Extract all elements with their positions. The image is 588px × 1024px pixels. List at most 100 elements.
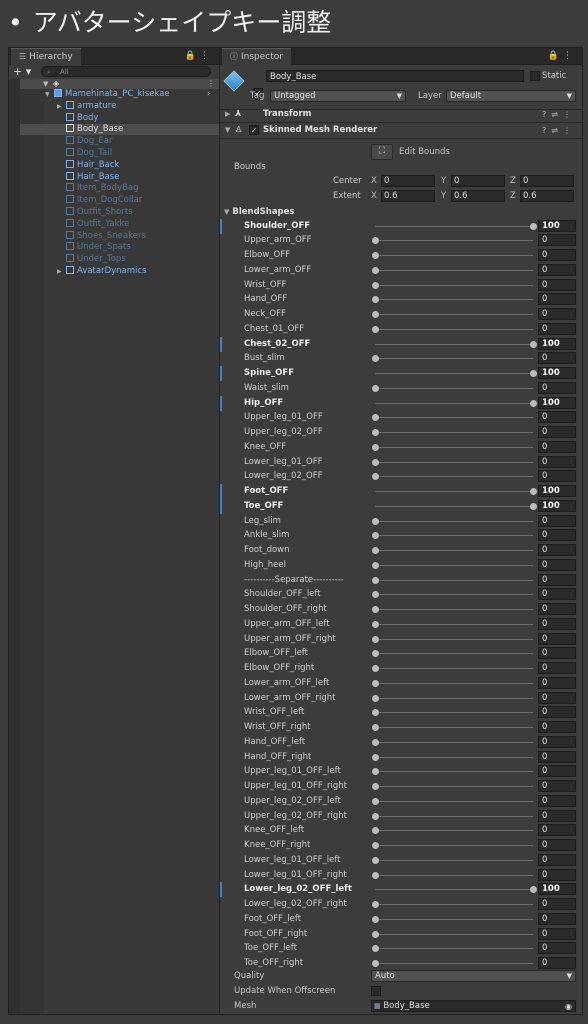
- blendshape-value-field[interactable]: 0: [538, 411, 576, 424]
- blendshape-value-field[interactable]: 0: [538, 278, 576, 291]
- blendshape-slider-track[interactable]: [375, 933, 533, 935]
- blendshape-value-field[interactable]: 0: [538, 942, 576, 955]
- blendshape-slider-handle[interactable]: [371, 945, 379, 953]
- blendshape-slider-track[interactable]: [375, 786, 533, 787]
- blendshape-value-field[interactable]: 0: [538, 898, 576, 910]
- blendshape-slider-handle[interactable]: [371, 252, 379, 259]
- kebab-menu-icon[interactable]: ⋮: [200, 51, 213, 61]
- blendshape-slider-track[interactable]: [375, 505, 533, 507]
- blendshape-slider-handle[interactable]: [371, 281, 379, 289]
- expand-arrow-icon[interactable]: ▶: [57, 266, 66, 277]
- blendshape-value-field[interactable]: 0: [538, 868, 576, 881]
- hierarchy-item[interactable]: ▶ AvatarDynamics: [57, 266, 147, 277]
- lock-icon[interactable]: 🔒: [548, 51, 563, 61]
- blendshape-slider-handle[interactable]: [371, 842, 379, 849]
- blendshape-value-field[interactable]: 0: [538, 544, 576, 556]
- blendshape-slider-handle[interactable]: [371, 620, 379, 628]
- hierarchy-item[interactable]: Dog_Ear: [57, 136, 112, 147]
- blendshape-value-field[interactable]: 100: [538, 485, 576, 497]
- blendshape-value-field[interactable]: 0: [538, 735, 576, 748]
- hierarchy-item[interactable]: Item_DogCollar: [57, 195, 142, 206]
- scene-row[interactable]: ▼ ◈ ⋮: [20, 79, 219, 89]
- blendshape-slider-track[interactable]: [375, 830, 533, 832]
- blendshape-slider-track[interactable]: [375, 771, 533, 773]
- blendshape-slider-track[interactable]: [375, 697, 533, 699]
- hierarchy-item[interactable]: Hair_Base: [57, 171, 119, 183]
- blendshape-value-field[interactable]: 0: [538, 780, 576, 792]
- blendshape-slider-handle[interactable]: [371, 724, 379, 731]
- blendshapes-foldout[interactable]: ▼ BlendShapes: [224, 206, 294, 218]
- blendshape-slider-handle[interactable]: [371, 606, 379, 613]
- blendshape-slider-track[interactable]: [375, 874, 533, 876]
- expand-arrow-icon[interactable]: ▼: [43, 79, 48, 89]
- hierarchy-item[interactable]: Item_BodyBag: [57, 183, 139, 194]
- hierarchy-item[interactable]: Hair_Back: [57, 159, 119, 171]
- blendshape-value-field[interactable]: 0: [538, 322, 576, 335]
- expand-arrow-icon[interactable]: ▶: [225, 107, 230, 122]
- blendshape-slider-track[interactable]: [375, 269, 533, 271]
- blendshape-slider-handle[interactable]: [371, 871, 379, 879]
- layer-dropdown[interactable]: Default ▼: [446, 90, 576, 102]
- create-button[interactable]: + ▾: [13, 65, 31, 79]
- chevron-right-icon[interactable]: ›: [207, 89, 210, 100]
- blendshape-value-field[interactable]: 0: [538, 249, 576, 261]
- blendshape-value-field[interactable]: 0: [538, 352, 576, 365]
- blendshape-slider-track[interactable]: [375, 373, 533, 374]
- blendshape-value-field[interactable]: 0: [538, 632, 576, 645]
- collapse-arrow-icon[interactable]: ▼: [45, 89, 54, 100]
- hierarchy-item[interactable]: Under_Spats: [57, 242, 131, 253]
- blendshape-slider-track[interactable]: [375, 564, 533, 566]
- blendshape-slider-track[interactable]: [375, 299, 533, 301]
- blendshape-slider-handle[interactable]: [371, 768, 379, 776]
- blendshape-slider-handle[interactable]: [371, 414, 379, 422]
- tag-dropdown[interactable]: Untagged ▼: [270, 90, 406, 102]
- blendshape-slider-handle[interactable]: [371, 679, 379, 687]
- blendshape-value-field[interactable]: 0: [538, 765, 576, 778]
- blendshape-slider-track[interactable]: [375, 800, 533, 802]
- blendshape-slider-track[interactable]: [375, 653, 533, 655]
- blendshape-slider-handle[interactable]: [371, 384, 379, 392]
- blendshape-slider-track[interactable]: [375, 314, 533, 315]
- static-checkbox[interactable]: [530, 71, 540, 81]
- blendshape-slider-track[interactable]: [375, 948, 533, 950]
- blendshape-slider-track[interactable]: [375, 476, 533, 478]
- blendshape-slider-track[interactable]: [375, 432, 533, 433]
- hierarchy-item[interactable]: Under_Tops: [57, 254, 126, 265]
- component-controls[interactable]: ?⇌⋮: [542, 123, 576, 138]
- blendshape-value-field[interactable]: 100: [538, 337, 576, 350]
- blendshape-value-field[interactable]: 100: [538, 499, 576, 512]
- blendshape-slider-track[interactable]: [375, 491, 533, 492]
- blendshape-slider-track[interactable]: [375, 623, 533, 625]
- blendshape-slider-handle[interactable]: [371, 753, 379, 761]
- component-controls[interactable]: ?⇌⋮: [542, 107, 576, 122]
- hierarchy-item[interactable]: Outfit_Shorts: [57, 207, 133, 218]
- blendshape-slider-handle[interactable]: [371, 532, 379, 540]
- blendshape-value-field[interactable]: 0: [538, 440, 576, 453]
- blendshape-value-field[interactable]: 0: [538, 927, 576, 940]
- blendshape-slider-handle[interactable]: [371, 266, 379, 274]
- skinned-mesh-renderer-header[interactable]: ▼ ♙ ✓ Skinned Mesh Renderer ?⇌⋮: [220, 123, 582, 139]
- blendshape-slider-track[interactable]: [375, 520, 533, 522]
- blendshape-slider-track[interactable]: [375, 594, 533, 596]
- blendshape-slider-handle[interactable]: [371, 665, 379, 672]
- blendshape-slider-handle[interactable]: [371, 827, 379, 835]
- blendshape-value-field[interactable]: 0: [538, 234, 576, 247]
- hierarchy-item[interactable]: Dog_Tail: [57, 148, 112, 159]
- hierarchy-item[interactable]: Body_Base: [20, 124, 219, 136]
- blendshape-value-field[interactable]: 0: [538, 617, 576, 630]
- hierarchy-item[interactable]: Body: [57, 112, 98, 124]
- blendshape-slider-track[interactable]: [375, 402, 533, 404]
- blendshape-value-field[interactable]: 0: [538, 381, 576, 394]
- blendshape-value-field[interactable]: 0: [538, 750, 576, 763]
- blendshape-slider-handle[interactable]: [371, 797, 379, 805]
- blendshape-slider-track[interactable]: [375, 225, 533, 227]
- blendshape-slider-handle[interactable]: [371, 738, 379, 746]
- blendshape-value-field[interactable]: 0: [538, 573, 576, 586]
- kebab-menu-icon[interactable]: ⋮: [563, 51, 576, 61]
- blendshape-slider-track[interactable]: [375, 756, 533, 758]
- blendshape-value-field[interactable]: 0: [538, 558, 576, 571]
- blendshape-value-field[interactable]: 0: [538, 603, 576, 615]
- blendshape-value-field[interactable]: 0: [538, 455, 576, 468]
- scene-kebab-icon[interactable]: ⋮: [207, 79, 215, 89]
- blendshape-slider-track[interactable]: [375, 417, 533, 419]
